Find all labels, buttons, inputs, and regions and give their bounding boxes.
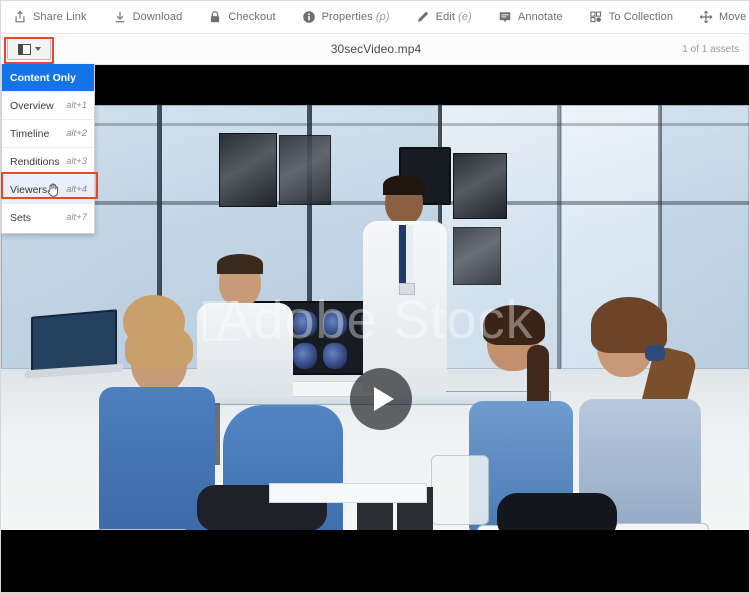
menu-item-overview[interactable]: Overview alt+1 [2,92,94,119]
layout-dropdown-menu: Content Only Overview alt+1 Timeline alt… [1,64,95,234]
letterbox-top [1,65,749,105]
letterbox-bottom [1,530,749,592]
menu-item-timeline[interactable]: Timeline alt+2 [2,120,94,147]
toolbar-button-properties[interactable]: Properties (p) [302,1,390,34]
toolbar-button-edit[interactable]: Edit (e) [416,1,472,34]
scene-figure [359,175,451,393]
menu-label-sets: Sets [10,211,32,224]
pencil-icon [416,10,430,24]
viewer-header: 30secVideo.mp4 1 of 1 assets [1,34,749,65]
panel-layout-icon [17,43,31,55]
play-button[interactable] [350,368,412,430]
share-link-icon [13,10,27,24]
video-player[interactable]: Adobe Stock [1,105,749,530]
layout-switcher-button[interactable] [7,38,51,60]
menu-shortcut-sets: alt+7 [66,212,87,223]
menu-shortcut-renditions: alt+3 [66,156,87,167]
toolbar-button-share-link[interactable]: Share Link [13,1,87,34]
toolbar-button-move[interactable]: Move (m) [699,1,749,34]
toolbar-label-edit: Edit (e) [435,11,472,23]
to-collection-icon [589,10,603,24]
menu-label-overview: Overview [10,99,54,112]
video-still-image [1,105,749,530]
annotate-icon [498,10,512,24]
chevron-down-icon [34,47,41,51]
page-title: 30secVideo.mp4 [330,42,422,56]
hand-cursor-icon [46,182,60,198]
move-icon [699,10,713,24]
play-icon [373,387,394,411]
action-toolbar: Share Link Download Checkout Properties … [1,1,749,34]
asset-viewer-window: Share Link Download Checkout Properties … [0,0,750,593]
menu-item-renditions[interactable]: Renditions alt+3 [2,148,94,175]
menu-shortcut-timeline: alt+2 [66,128,87,139]
toolbar-label-annotate: Annotate [517,11,563,23]
menu-label-viewers: Viewers [10,183,48,196]
lock-icon [208,10,222,24]
menu-label-renditions: Renditions [10,155,60,168]
menu-label-timeline: Timeline [10,127,50,140]
download-icon [113,10,127,24]
toolbar-label-properties: Properties (p) [321,11,390,23]
menu-item-content-only[interactable]: Content Only [2,64,94,91]
toolbar-button-to-collection[interactable]: To Collection [589,1,673,34]
toolbar-button-checkout[interactable]: Checkout [208,1,276,34]
toolbar-button-download[interactable]: Download [113,1,183,34]
toolbar-label-to-collection: To Collection [608,11,674,23]
menu-item-viewers[interactable]: Viewers alt+4 [2,176,94,203]
asset-count-label: 1 of 1 assets [682,43,739,55]
toolbar-label-download: Download [132,11,183,23]
menu-label-content-only: Content Only [10,71,76,84]
toolbar-label-move: Move (m) [719,11,747,23]
menu-shortcut-overview: alt+1 [66,100,87,111]
menu-shortcut-viewers: alt+4 [66,184,87,195]
menu-item-sets[interactable]: Sets alt+7 [2,204,94,231]
toolbar-button-annotate[interactable]: Annotate [498,1,563,34]
layout-switcher-wrap [7,38,51,60]
asset-preview-stage: Adobe Stock [1,65,749,592]
toolbar-label-share-link: Share Link [33,11,87,23]
toolbar-label-checkout: Checkout [228,11,276,23]
info-icon [302,10,316,24]
